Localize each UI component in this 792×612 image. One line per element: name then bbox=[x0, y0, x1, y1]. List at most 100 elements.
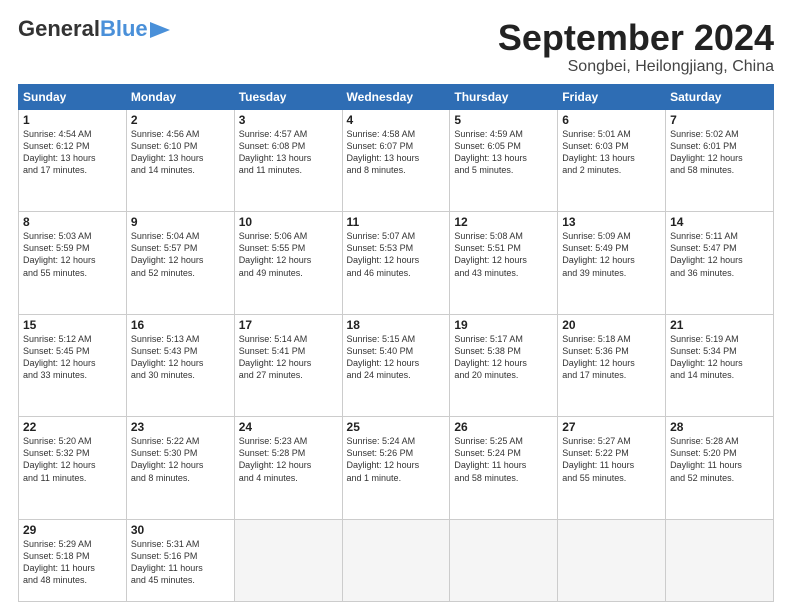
day-cell: 28Sunrise: 5:28 AM Sunset: 5:20 PM Dayli… bbox=[666, 417, 774, 520]
day-number: 3 bbox=[239, 113, 338, 127]
day-cell bbox=[234, 519, 342, 601]
day-info: Sunrise: 5:08 AM Sunset: 5:51 PM Dayligh… bbox=[454, 230, 553, 279]
weekday-header-saturday: Saturday bbox=[666, 84, 774, 109]
day-cell: 17Sunrise: 5:14 AM Sunset: 5:41 PM Dayli… bbox=[234, 314, 342, 417]
day-info: Sunrise: 4:56 AM Sunset: 6:10 PM Dayligh… bbox=[131, 128, 230, 177]
day-number: 24 bbox=[239, 420, 338, 434]
day-info: Sunrise: 5:28 AM Sunset: 5:20 PM Dayligh… bbox=[670, 435, 769, 484]
day-cell bbox=[558, 519, 666, 601]
day-number: 29 bbox=[23, 523, 122, 537]
title-block: September 2024 Songbei, Heilongjiang, Ch… bbox=[498, 18, 774, 76]
day-cell: 9Sunrise: 5:04 AM Sunset: 5:57 PM Daylig… bbox=[126, 212, 234, 315]
weekday-header-tuesday: Tuesday bbox=[234, 84, 342, 109]
day-info: Sunrise: 5:24 AM Sunset: 5:26 PM Dayligh… bbox=[347, 435, 446, 484]
day-info: Sunrise: 5:02 AM Sunset: 6:01 PM Dayligh… bbox=[670, 128, 769, 177]
day-info: Sunrise: 5:11 AM Sunset: 5:47 PM Dayligh… bbox=[670, 230, 769, 279]
day-number: 22 bbox=[23, 420, 122, 434]
location: Songbei, Heilongjiang, China bbox=[498, 58, 774, 76]
day-cell: 10Sunrise: 5:06 AM Sunset: 5:55 PM Dayli… bbox=[234, 212, 342, 315]
day-number: 28 bbox=[670, 420, 769, 434]
day-number: 1 bbox=[23, 113, 122, 127]
day-info: Sunrise: 5:22 AM Sunset: 5:30 PM Dayligh… bbox=[131, 435, 230, 484]
day-cell: 6Sunrise: 5:01 AM Sunset: 6:03 PM Daylig… bbox=[558, 109, 666, 212]
day-cell: 2Sunrise: 4:56 AM Sunset: 6:10 PM Daylig… bbox=[126, 109, 234, 212]
week-row-4: 22Sunrise: 5:20 AM Sunset: 5:32 PM Dayli… bbox=[19, 417, 774, 520]
day-info: Sunrise: 5:07 AM Sunset: 5:53 PM Dayligh… bbox=[347, 230, 446, 279]
day-cell: 3Sunrise: 4:57 AM Sunset: 6:08 PM Daylig… bbox=[234, 109, 342, 212]
day-number: 23 bbox=[131, 420, 230, 434]
day-number: 25 bbox=[347, 420, 446, 434]
day-number: 18 bbox=[347, 318, 446, 332]
logo: GeneralBlue bbox=[18, 18, 170, 40]
day-cell: 1Sunrise: 4:54 AM Sunset: 6:12 PM Daylig… bbox=[19, 109, 127, 212]
day-number: 16 bbox=[131, 318, 230, 332]
day-number: 19 bbox=[454, 318, 553, 332]
weekday-header-row: SundayMondayTuesdayWednesdayThursdayFrid… bbox=[19, 84, 774, 109]
day-cell: 25Sunrise: 5:24 AM Sunset: 5:26 PM Dayli… bbox=[342, 417, 450, 520]
day-number: 17 bbox=[239, 318, 338, 332]
day-number: 12 bbox=[454, 215, 553, 229]
day-info: Sunrise: 5:06 AM Sunset: 5:55 PM Dayligh… bbox=[239, 230, 338, 279]
day-number: 5 bbox=[454, 113, 553, 127]
day-cell: 30Sunrise: 5:31 AM Sunset: 5:16 PM Dayli… bbox=[126, 519, 234, 601]
day-cell: 18Sunrise: 5:15 AM Sunset: 5:40 PM Dayli… bbox=[342, 314, 450, 417]
weekday-header-thursday: Thursday bbox=[450, 84, 558, 109]
day-number: 9 bbox=[131, 215, 230, 229]
day-info: Sunrise: 4:57 AM Sunset: 6:08 PM Dayligh… bbox=[239, 128, 338, 177]
day-number: 20 bbox=[562, 318, 661, 332]
day-cell: 7Sunrise: 5:02 AM Sunset: 6:01 PM Daylig… bbox=[666, 109, 774, 212]
day-info: Sunrise: 5:12 AM Sunset: 5:45 PM Dayligh… bbox=[23, 333, 122, 382]
day-cell: 24Sunrise: 5:23 AM Sunset: 5:28 PM Dayli… bbox=[234, 417, 342, 520]
day-cell bbox=[666, 519, 774, 601]
day-info: Sunrise: 4:58 AM Sunset: 6:07 PM Dayligh… bbox=[347, 128, 446, 177]
day-info: Sunrise: 5:17 AM Sunset: 5:38 PM Dayligh… bbox=[454, 333, 553, 382]
weekday-header-friday: Friday bbox=[558, 84, 666, 109]
day-cell: 11Sunrise: 5:07 AM Sunset: 5:53 PM Dayli… bbox=[342, 212, 450, 315]
weekday-header-wednesday: Wednesday bbox=[342, 84, 450, 109]
header: GeneralBlue September 2024 Songbei, Heil… bbox=[18, 18, 774, 76]
day-cell: 5Sunrise: 4:59 AM Sunset: 6:05 PM Daylig… bbox=[450, 109, 558, 212]
calendar: SundayMondayTuesdayWednesdayThursdayFrid… bbox=[18, 84, 774, 602]
day-info: Sunrise: 5:09 AM Sunset: 5:49 PM Dayligh… bbox=[562, 230, 661, 279]
week-row-3: 15Sunrise: 5:12 AM Sunset: 5:45 PM Dayli… bbox=[19, 314, 774, 417]
day-info: Sunrise: 5:27 AM Sunset: 5:22 PM Dayligh… bbox=[562, 435, 661, 484]
day-number: 15 bbox=[23, 318, 122, 332]
weekday-header-monday: Monday bbox=[126, 84, 234, 109]
day-info: Sunrise: 5:25 AM Sunset: 5:24 PM Dayligh… bbox=[454, 435, 553, 484]
day-info: Sunrise: 5:20 AM Sunset: 5:32 PM Dayligh… bbox=[23, 435, 122, 484]
day-info: Sunrise: 5:15 AM Sunset: 5:40 PM Dayligh… bbox=[347, 333, 446, 382]
day-number: 11 bbox=[347, 215, 446, 229]
day-number: 27 bbox=[562, 420, 661, 434]
day-info: Sunrise: 5:31 AM Sunset: 5:16 PM Dayligh… bbox=[131, 538, 230, 587]
page: GeneralBlue September 2024 Songbei, Heil… bbox=[0, 0, 792, 612]
day-cell: 19Sunrise: 5:17 AM Sunset: 5:38 PM Dayli… bbox=[450, 314, 558, 417]
day-info: Sunrise: 5:13 AM Sunset: 5:43 PM Dayligh… bbox=[131, 333, 230, 382]
day-cell: 26Sunrise: 5:25 AM Sunset: 5:24 PM Dayli… bbox=[450, 417, 558, 520]
day-info: Sunrise: 5:23 AM Sunset: 5:28 PM Dayligh… bbox=[239, 435, 338, 484]
day-cell: 8Sunrise: 5:03 AM Sunset: 5:59 PM Daylig… bbox=[19, 212, 127, 315]
day-info: Sunrise: 5:03 AM Sunset: 5:59 PM Dayligh… bbox=[23, 230, 122, 279]
day-cell: 13Sunrise: 5:09 AM Sunset: 5:49 PM Dayli… bbox=[558, 212, 666, 315]
day-cell: 14Sunrise: 5:11 AM Sunset: 5:47 PM Dayli… bbox=[666, 212, 774, 315]
month-title: September 2024 bbox=[498, 18, 774, 58]
day-number: 7 bbox=[670, 113, 769, 127]
logo-arrow-icon bbox=[150, 22, 170, 38]
day-number: 4 bbox=[347, 113, 446, 127]
day-number: 6 bbox=[562, 113, 661, 127]
day-cell: 27Sunrise: 5:27 AM Sunset: 5:22 PM Dayli… bbox=[558, 417, 666, 520]
day-info: Sunrise: 4:54 AM Sunset: 6:12 PM Dayligh… bbox=[23, 128, 122, 177]
day-number: 14 bbox=[670, 215, 769, 229]
day-info: Sunrise: 5:01 AM Sunset: 6:03 PM Dayligh… bbox=[562, 128, 661, 177]
day-cell: 29Sunrise: 5:29 AM Sunset: 5:18 PM Dayli… bbox=[19, 519, 127, 601]
day-cell: 16Sunrise: 5:13 AM Sunset: 5:43 PM Dayli… bbox=[126, 314, 234, 417]
day-cell: 15Sunrise: 5:12 AM Sunset: 5:45 PM Dayli… bbox=[19, 314, 127, 417]
week-row-2: 8Sunrise: 5:03 AM Sunset: 5:59 PM Daylig… bbox=[19, 212, 774, 315]
day-cell: 12Sunrise: 5:08 AM Sunset: 5:51 PM Dayli… bbox=[450, 212, 558, 315]
week-row-1: 1Sunrise: 4:54 AM Sunset: 6:12 PM Daylig… bbox=[19, 109, 774, 212]
day-number: 21 bbox=[670, 318, 769, 332]
day-number: 10 bbox=[239, 215, 338, 229]
day-number: 2 bbox=[131, 113, 230, 127]
day-cell: 23Sunrise: 5:22 AM Sunset: 5:30 PM Dayli… bbox=[126, 417, 234, 520]
day-number: 13 bbox=[562, 215, 661, 229]
day-number: 26 bbox=[454, 420, 553, 434]
